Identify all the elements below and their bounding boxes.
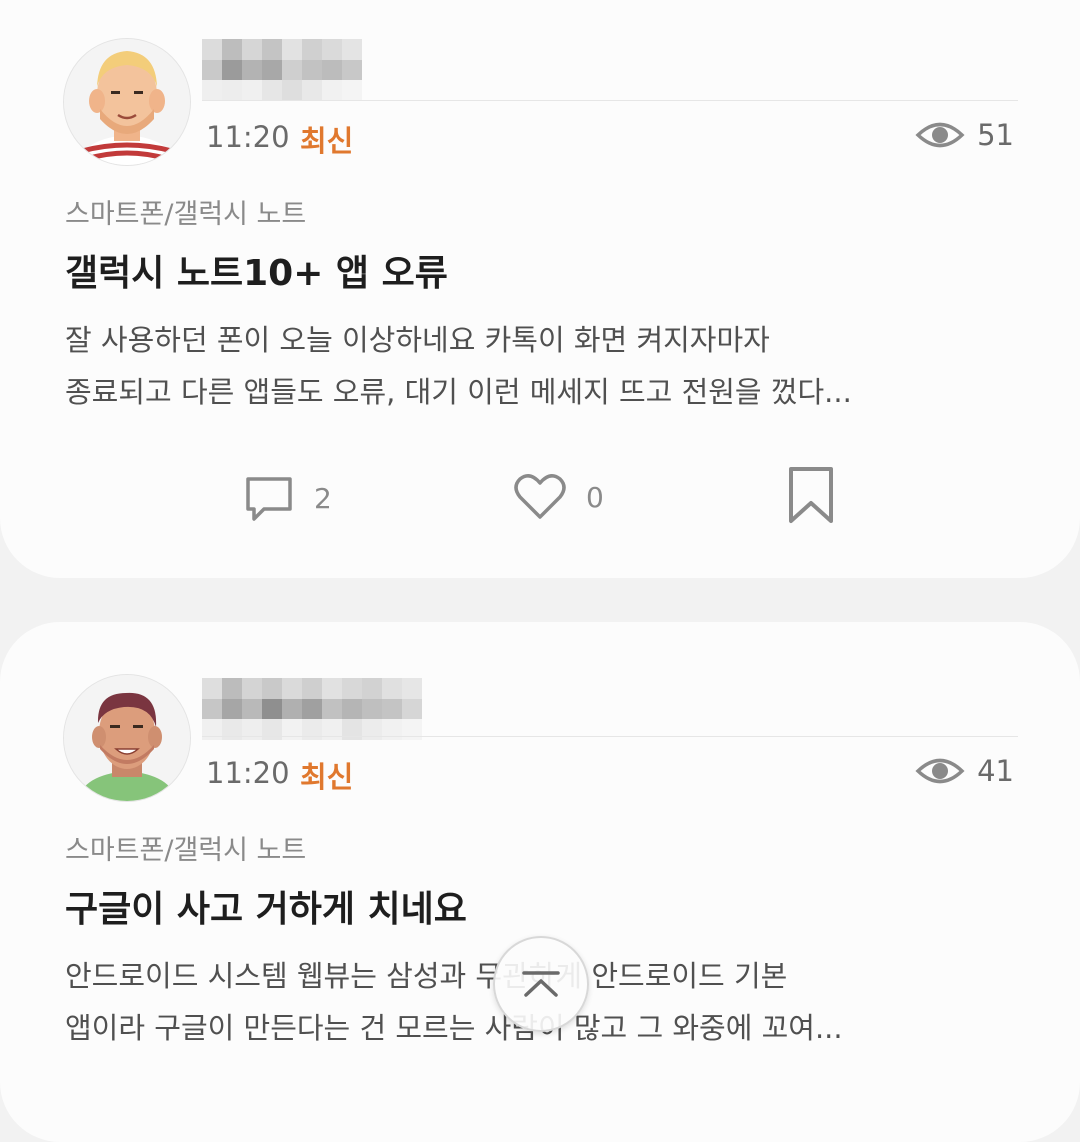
post-card[interactable]: 11:20 최신 41 스마트폰/갤럭시 노트 구글이 사고 거하게 치네요 안… [0, 622, 1080, 1142]
username-redacted [202, 39, 362, 101]
post-preview-line: 잘 사용하던 폰이 오늘 이상하네요 카톡이 화면 켜지자마자 [65, 323, 770, 357]
scroll-to-top-button[interactable] [493, 936, 589, 1032]
header-divider [202, 100, 1018, 101]
post-category[interactable]: 스마트폰/갤럭시 노트 [65, 192, 306, 231]
new-badge: 최신 [300, 124, 354, 158]
like-button[interactable]: 0 [512, 471, 604, 523]
view-count-value: 41 [977, 754, 1014, 788]
username-redacted [202, 678, 422, 740]
post-time: 11:20 [206, 120, 290, 154]
post-actions: 2 0 [0, 465, 1080, 529]
post-card[interactable]: 11:20 최신 51 스마트폰/갤럭시 노트 갤럭시 노트10+ 앱 오류 잘… [0, 0, 1080, 578]
post-time: 11:20 [206, 756, 290, 790]
avatar[interactable] [63, 674, 191, 802]
comment-count: 2 [314, 481, 332, 515]
comment-icon [246, 477, 292, 521]
post-preview[interactable]: 잘 사용하던 폰이 오늘 이상하네요 카톡이 화면 켜지자마자 종료되고 다른 … [65, 314, 1025, 418]
avatar[interactable] [63, 38, 191, 166]
post-preview-line: 종료되고 다른 앱들도 오류, 대기 이런 메세지 뜨고 전원을 껐다... [65, 375, 852, 409]
post-category[interactable]: 스마트폰/갤럭시 노트 [65, 828, 306, 867]
post-title[interactable]: 구글이 사고 거하게 치네요 [65, 880, 467, 932]
view-count: 51 [915, 118, 1014, 152]
bookmark-icon [789, 467, 833, 523]
new-badge: 최신 [300, 760, 354, 794]
header-divider [202, 736, 1018, 737]
eye-icon [915, 122, 965, 148]
view-count: 41 [915, 754, 1014, 788]
bookmark-button[interactable] [786, 465, 836, 525]
eye-icon [915, 758, 965, 784]
view-count-value: 51 [977, 118, 1014, 152]
chevron-up-icon [522, 971, 560, 997]
post-title[interactable]: 갤럭시 노트10+ 앱 오류 [65, 244, 448, 296]
comment-button[interactable]: 2 [242, 471, 332, 525]
heart-icon [514, 474, 566, 519]
like-count: 0 [586, 480, 604, 514]
